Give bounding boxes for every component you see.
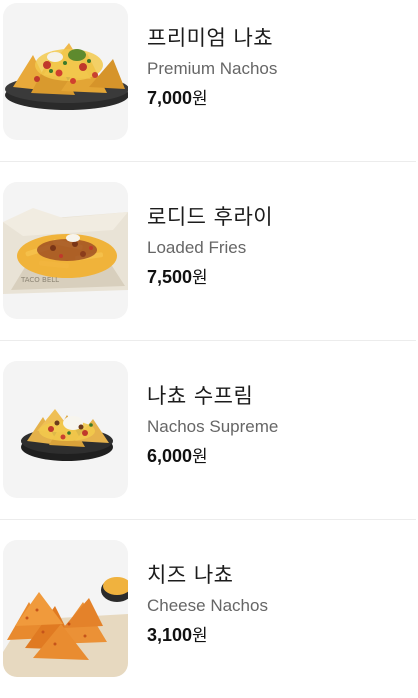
item-name-english: Cheese Nachos (147, 596, 268, 615)
price-value: 7,000 (147, 88, 193, 108)
loaded-fries-image[interactable]: TACO BELL (3, 182, 128, 319)
menu-item-info: 치즈 나쵸 Cheese Nachos 3,100원 (147, 561, 268, 648)
currency-unit: 원 (192, 89, 208, 109)
currency-unit: 원 (192, 626, 208, 646)
cheese-nachos-image[interactable] (3, 540, 128, 677)
menu-item-info: 프리미엄 나쵸 Premium Nachos 7,000원 (147, 24, 277, 111)
item-name-korean: 로디드 후라이 (147, 205, 274, 229)
menu-item-info: 로디드 후라이 Loaded Fries 7,500원 (147, 203, 273, 290)
item-name-english: Premium Nachos (147, 59, 278, 78)
menu-item-info: 나쵸 수프림 Nachos Supreme 6,000원 (147, 382, 278, 469)
currency-unit: 원 (192, 268, 208, 288)
menu-item-premium-nachos[interactable]: 프리미엄 나쵸 Premium Nachos 7,000원 (0, 0, 418, 161)
menu-item-loaded-fries[interactable]: TACO BELL 로디드 후라이 Loaded Fries 7,500원 (0, 161, 418, 340)
nachos-supreme-image[interactable] (3, 361, 128, 498)
item-price: 6,000원 (147, 444, 278, 469)
menu-item-nachos-supreme[interactable]: 나쵸 수프림 Nachos Supreme 6,000원 (0, 340, 418, 519)
premium-nachos-image[interactable] (3, 3, 128, 140)
item-name-english: Loaded Fries (147, 238, 247, 257)
item-name-korean: 치즈 나쵸 (147, 563, 234, 587)
item-price: 7,000원 (147, 86, 277, 111)
menu-list: 프리미엄 나쵸 Premium Nachos 7,000원 TACO BELL … (0, 0, 418, 677)
item-name-korean: 프리미엄 나쵸 (147, 26, 274, 50)
price-value: 7,500 (147, 267, 193, 287)
item-price: 3,100원 (147, 623, 268, 648)
price-value: 6,000 (147, 446, 193, 466)
item-name-english: Nachos Supreme (147, 417, 279, 436)
item-name-korean: 나쵸 수프림 (147, 384, 254, 408)
svg-text:TACO BELL: TACO BELL (20, 276, 59, 284)
currency-unit: 원 (192, 447, 208, 467)
menu-item-cheese-nachos[interactable]: 치즈 나쵸 Cheese Nachos 3,100원 (0, 519, 418, 698)
item-price: 7,500원 (147, 265, 273, 290)
price-value: 3,100 (147, 625, 193, 645)
